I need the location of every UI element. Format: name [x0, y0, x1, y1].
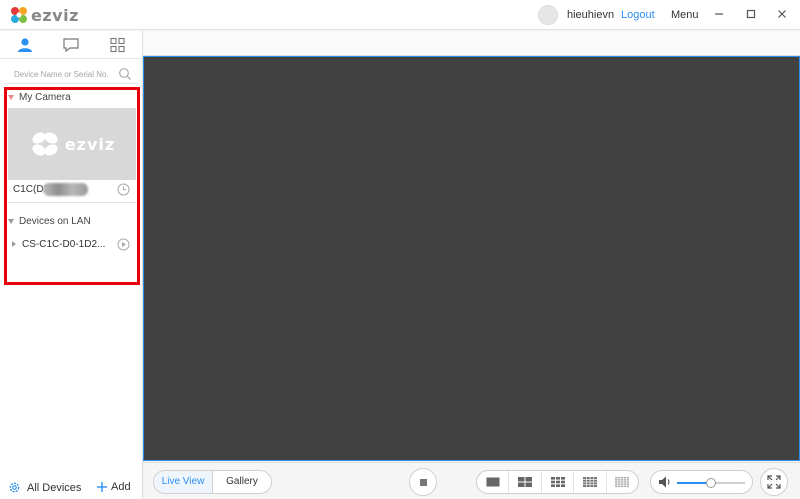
- fullscreen-icon: [767, 475, 781, 489]
- all-devices-label: All Devices: [27, 481, 82, 494]
- fullscreen-button[interactable]: [760, 468, 788, 496]
- highlight-annotation: [4, 87, 140, 285]
- user-icon: [18, 38, 32, 52]
- username: hieuhievn: [567, 9, 615, 21]
- add-device-button[interactable]: Add: [96, 481, 131, 493]
- logout-link[interactable]: Logout: [621, 9, 655, 21]
- gallery-tab[interactable]: Gallery: [213, 471, 271, 493]
- ezviz-logo: ezviz: [10, 5, 79, 25]
- minimize-button[interactable]: [710, 6, 728, 24]
- search-divider: [4, 83, 138, 84]
- gear-icon: [9, 482, 20, 493]
- device-search: [8, 65, 134, 83]
- volume-slider-knob[interactable]: [706, 478, 716, 488]
- plus-icon: [97, 482, 107, 492]
- close-button[interactable]: [773, 6, 791, 24]
- ezviz-logo-icon: [11, 7, 27, 23]
- speaker-icon[interactable]: [658, 475, 672, 489]
- video-header-strip: [143, 31, 800, 56]
- close-icon: [778, 10, 786, 18]
- minimize-icon: [715, 13, 723, 15]
- stop-all-button[interactable]: [409, 468, 437, 496]
- grid-icon: [110, 37, 125, 53]
- tab-apps[interactable]: [109, 37, 127, 53]
- tab-messages[interactable]: [62, 37, 80, 53]
- menu-button[interactable]: Menu: [671, 9, 699, 21]
- bottom-toolbar: Live View Gallery: [143, 462, 800, 499]
- live-view-tab[interactable]: Live View: [154, 471, 213, 493]
- stop-icon: [420, 479, 427, 486]
- add-label: Add: [111, 481, 131, 493]
- layout-25-button[interactable]: [607, 471, 638, 493]
- user-avatar[interactable]: [538, 5, 558, 25]
- chat-icon: [63, 38, 79, 53]
- search-input[interactable]: [8, 65, 112, 83]
- view-mode-switch: Live View Gallery: [153, 470, 272, 494]
- layout-1-button[interactable]: [477, 471, 510, 493]
- live-video-pane[interactable]: [143, 56, 800, 461]
- layout-4x4-icon: [582, 477, 597, 487]
- maximize-icon: [746, 9, 756, 19]
- layout-3x3-icon: [550, 477, 565, 487]
- all-devices-button[interactable]: All Devices: [8, 481, 81, 494]
- layout-16-button[interactable]: [574, 471, 607, 493]
- layout-1x1-icon: [486, 477, 500, 487]
- volume-control: [650, 470, 753, 494]
- search-icon[interactable]: [118, 67, 132, 81]
- layout-selector: [476, 470, 639, 494]
- sidebar: My Camera ezviz C1C(D2 Devices on LAN CS…: [0, 31, 143, 499]
- layout-5x5-icon: [615, 477, 630, 487]
- layout-9-button[interactable]: [542, 471, 575, 493]
- layout-4-button[interactable]: [509, 471, 542, 493]
- sidebar-tabs: [0, 31, 142, 59]
- maximize-button[interactable]: [742, 6, 760, 24]
- layout-2x2-icon: [518, 477, 533, 487]
- sidebar-footer: All Devices Add: [0, 476, 142, 499]
- tab-devices[interactable]: [16, 37, 34, 53]
- title-bar: ezviz hieuhievn Logout Menu: [0, 0, 800, 30]
- logo-text: ezviz: [31, 5, 79, 25]
